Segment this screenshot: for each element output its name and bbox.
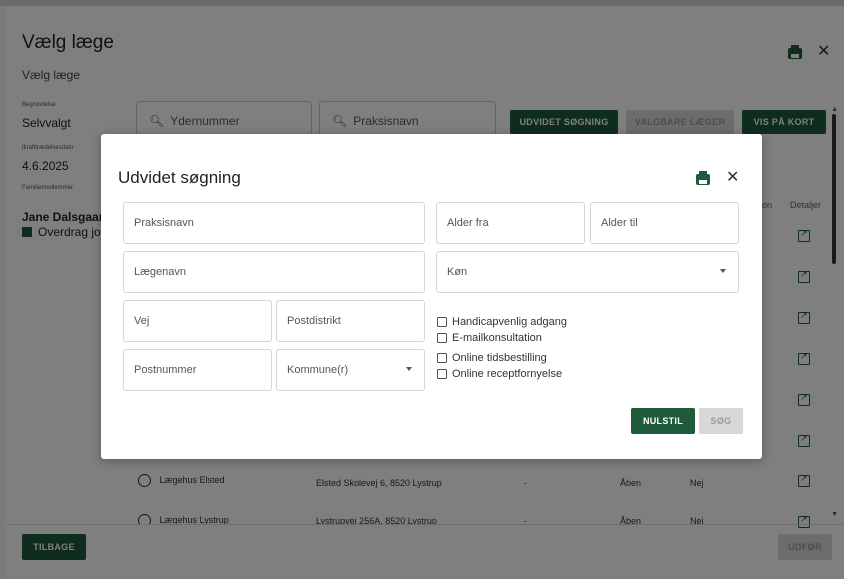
postdistrikt-field[interactable]: Postdistrikt xyxy=(276,300,425,342)
dialog-title: Udvidet søgning xyxy=(118,168,241,187)
kon-label: Køn xyxy=(447,266,468,278)
chevron-down-icon xyxy=(720,269,726,273)
page: Vælg læge ✕ Vælg læge Begrundelse Selvva… xyxy=(6,6,844,579)
sog-button[interactable]: SØG xyxy=(699,408,743,434)
handicap-checkbox[interactable]: Handicapvenlig adgang xyxy=(437,316,567,328)
vej-field[interactable]: Vej xyxy=(123,300,272,342)
chevron-down-icon xyxy=(406,367,412,371)
receptfornyelse-label: Online receptfornyelse xyxy=(452,368,563,380)
checkbox-icon[interactable] xyxy=(437,333,447,343)
kommune-label: Kommune(r) xyxy=(287,364,349,376)
kon-select[interactable]: Køn xyxy=(436,251,739,293)
udvidet-sogning-dialog: Udvidet søgning ✕ Praksisnavn Alder fra … xyxy=(101,134,762,459)
kommune-select[interactable]: Kommune(r) xyxy=(276,349,425,391)
checkbox-icon[interactable] xyxy=(437,353,447,363)
close-icon[interactable]: ✕ xyxy=(726,170,739,186)
email-checkbox[interactable]: E-mailkonsultation xyxy=(437,332,542,344)
postnummer-field[interactable]: Postnummer xyxy=(123,349,272,391)
tidsbestilling-checkbox[interactable]: Online tidsbestilling xyxy=(437,352,547,364)
praksisnavn-field[interactable]: Praksisnavn xyxy=(123,202,425,244)
laegenavn-field[interactable]: Lægenavn xyxy=(123,251,425,293)
nulstil-button[interactable]: NULSTIL xyxy=(631,408,695,434)
alder-fra-field[interactable]: Alder fra xyxy=(436,202,585,244)
checkbox-icon[interactable] xyxy=(437,317,447,327)
receptfornyelse-checkbox[interactable]: Online receptfornyelse xyxy=(437,368,562,380)
tidsbestilling-label: Online tidsbestilling xyxy=(452,352,547,364)
email-label: E-mailkonsultation xyxy=(452,332,542,344)
alder-til-field[interactable]: Alder til xyxy=(590,202,739,244)
checkbox-icon[interactable] xyxy=(437,369,447,379)
handicap-label: Handicapvenlig adgang xyxy=(452,316,567,328)
print-icon[interactable] xyxy=(696,171,710,185)
